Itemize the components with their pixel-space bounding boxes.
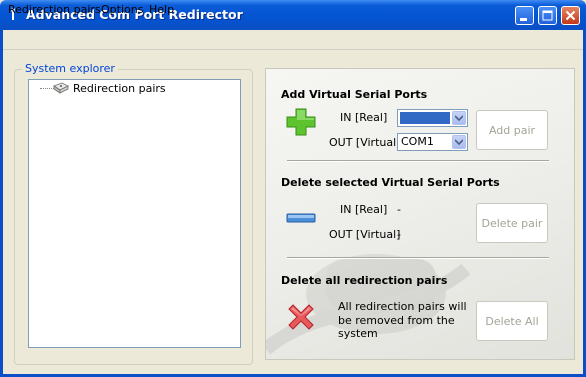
delete-in-value: - xyxy=(397,203,401,216)
explorer-tree[interactable] xyxy=(28,79,241,348)
close-icon xyxy=(565,10,576,21)
delete-all-x-icon xyxy=(285,301,317,333)
delete-all-button-label: Delete All xyxy=(485,315,539,328)
delete-all-heading: Delete all redirection pairs xyxy=(281,274,448,287)
delete-out-label: OUT [Virtual] xyxy=(329,228,401,241)
delete-all-message-line-2: be removed from the xyxy=(338,314,455,327)
maximize-icon xyxy=(542,10,553,21)
delete-all-message-line-3: system xyxy=(338,327,378,340)
add-out-label: OUT [Virtual] xyxy=(329,136,401,149)
out-virtual-value: COM1 xyxy=(401,135,434,148)
tree-node-redirection-pairs[interactable]: Redirection pairs xyxy=(73,82,166,95)
add-pair-button-label: Add pair xyxy=(488,124,536,137)
system-explorer-legend: System explorer xyxy=(22,62,118,75)
delete-in-label: IN [Real] xyxy=(340,203,388,216)
in-real-dropdown-button[interactable] xyxy=(452,111,466,125)
window-frame-left xyxy=(0,30,3,377)
separator xyxy=(287,257,549,259)
close-button[interactable] xyxy=(561,6,580,25)
menu-bar xyxy=(3,30,583,50)
add-pair-button[interactable]: Add pair xyxy=(476,110,548,150)
menu-options[interactable]: Options xyxy=(96,2,148,17)
delete-pair-button-label: Delete pair xyxy=(481,217,543,230)
minimize-button[interactable] xyxy=(515,6,534,25)
add-ports-heading: Add Virtual Serial Ports xyxy=(281,88,428,101)
serial-port-node-icon xyxy=(52,81,70,95)
in-real-select[interactable] xyxy=(397,109,468,127)
add-plus-icon xyxy=(286,108,316,136)
minimize-icon xyxy=(520,18,527,21)
in-real-selection xyxy=(400,112,450,124)
delete-all-message-line-1: All redirection pairs will xyxy=(338,300,467,313)
out-virtual-select[interactable]: COM1 xyxy=(397,133,468,151)
out-virtual-dropdown-button[interactable] xyxy=(452,135,466,149)
chevron-down-icon xyxy=(455,139,463,145)
chevron-down-icon xyxy=(455,115,463,121)
delete-ports-heading: Delete selected Virtual Serial Ports xyxy=(281,176,500,189)
remove-minus-icon xyxy=(286,211,316,225)
delete-all-button[interactable]: Delete All xyxy=(476,301,548,341)
menu-help[interactable]: Help xyxy=(144,2,179,17)
delete-out-value: - xyxy=(397,228,401,241)
add-in-label: IN [Real] xyxy=(340,111,388,124)
menu-redirection-pairs[interactable]: Redirection pairs xyxy=(3,2,106,17)
separator xyxy=(287,160,549,162)
delete-pair-button[interactable]: Delete pair xyxy=(476,203,548,243)
maximize-button[interactable] xyxy=(538,6,557,25)
